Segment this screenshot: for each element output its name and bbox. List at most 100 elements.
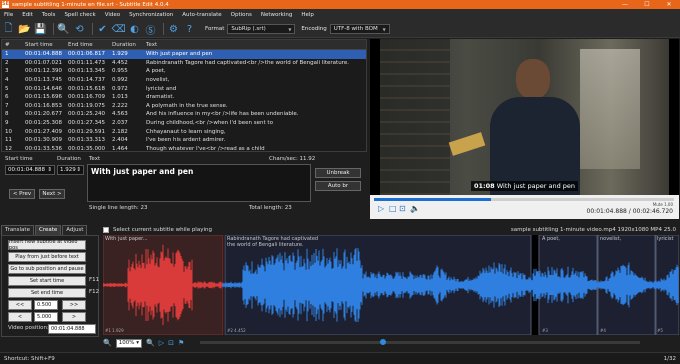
spell-check-icon[interactable]: Ⓢ xyxy=(144,23,157,37)
unbreak-button[interactable]: Unbreak xyxy=(315,168,361,178)
video-position-input[interactable]: 00:01:04.888 xyxy=(48,324,96,334)
insert-subtitle-button[interactable]: Insert new subtitle at video pos xyxy=(8,239,86,251)
close-button[interactable]: ✕ xyxy=(658,1,680,8)
fullscreen-icon[interactable]: ⊡ xyxy=(399,204,406,213)
table-row[interactable]: 12 00:01:33.536 00:01:35.000 1.464 Though wh… xyxy=(2,145,366,152)
tab-create[interactable]: Create xyxy=(34,225,62,235)
row-duration: 2.404 xyxy=(112,137,128,144)
table-row[interactable]: 2 00:01:07.021 00:01:11.473 4.452 Rabindrana… xyxy=(2,59,366,68)
video-subtitle-timecode: 01:08 xyxy=(473,182,495,190)
column-header-end[interactable]: End time xyxy=(68,42,112,48)
set-start-shortcut: F11 xyxy=(89,277,100,283)
goto-sub-position-button[interactable]: Go to sub position and pause xyxy=(8,264,86,274)
menu-spell-check[interactable]: Spell check xyxy=(64,12,95,18)
maximize-button[interactable]: ☐ xyxy=(636,1,658,8)
table-row[interactable]: 10 00:01:27.409 00:01:29.591 2.182 Chhayanau… xyxy=(2,127,366,136)
step-forward-large-button[interactable]: > xyxy=(62,312,86,322)
zoom-out-icon[interactable]: 🔍 xyxy=(103,339,112,347)
duration-input[interactable]: 1.929 ⇕ xyxy=(57,165,84,175)
subtitle-grid[interactable]: # Start time End time Duration Text 1 00:… xyxy=(1,39,367,152)
next-button[interactable]: Next > xyxy=(39,189,65,199)
toolbar-divider xyxy=(163,23,164,35)
menu-edit[interactable]: Edit xyxy=(22,12,33,18)
column-header-number[interactable]: # xyxy=(2,42,25,48)
table-row[interactable]: 1 00:01:04.888 00:01:06.817 1.929 With just … xyxy=(2,50,366,59)
set-end-time-button[interactable]: Set end time xyxy=(8,288,86,298)
table-row[interactable]: 5 00:01:14.646 00:01:15.618 0.972 lyricist a… xyxy=(2,84,366,93)
waveform-graphic xyxy=(103,235,679,335)
find-icon[interactable]: 🔍 xyxy=(57,23,70,36)
step-back-large-button[interactable]: < xyxy=(8,312,32,322)
table-row[interactable]: 4 00:01:13.745 00:01:14.737 0.992 novelist, xyxy=(2,76,366,85)
chevron-down-icon: ▼ xyxy=(288,26,292,32)
menu-networking[interactable]: Networking xyxy=(261,12,292,18)
subtitle-text-input[interactable]: With just paper and pen xyxy=(87,164,311,202)
volume-icon[interactable]: 🔈 xyxy=(410,204,420,213)
row-end-time: 00:01:11.473 xyxy=(68,59,105,66)
visual-sync-icon[interactable]: ◐ xyxy=(128,23,141,36)
menu-tools[interactable]: Tools xyxy=(42,12,56,18)
column-header-duration[interactable]: Duration xyxy=(112,42,146,48)
table-row[interactable]: 7 00:01:16.853 00:01:19.075 2.222 A polymath… xyxy=(2,102,366,111)
stop-icon[interactable]: □ xyxy=(389,204,397,213)
row-duration: 1.464 xyxy=(112,145,128,152)
table-row[interactable]: 3 00:01:12.390 00:01:13.345 0.955 A poet, xyxy=(2,67,366,76)
menu-file[interactable]: File xyxy=(4,12,13,18)
column-header-text[interactable]: Text xyxy=(146,42,366,48)
select-while-playing-checkbox[interactable] xyxy=(103,227,109,233)
step-small-input[interactable]: 0.500 xyxy=(34,300,58,310)
waveform-marker-icon[interactable]: ⚑ xyxy=(178,339,184,347)
new-file-icon[interactable]: 🗋 xyxy=(2,23,15,36)
menu-synchronization[interactable]: Synchronization xyxy=(129,12,173,18)
save-icon[interactable]: 💾 xyxy=(34,23,47,36)
waveform-play-icon[interactable]: ▷ xyxy=(159,339,164,347)
menu-video[interactable]: Video xyxy=(105,12,120,18)
waveform-panel[interactable]: With just paper... #1 1.929 Rabindranath… xyxy=(103,235,679,335)
toolbar-divider xyxy=(92,23,93,35)
column-header-start[interactable]: Start time xyxy=(25,42,68,48)
format-select[interactable]: SubRip (.srt) ▼ xyxy=(227,24,296,34)
fix-errors-icon[interactable]: ✔ xyxy=(96,23,109,36)
help-icon[interactable]: ? xyxy=(183,23,196,36)
video-seek-bar[interactable] xyxy=(374,198,674,201)
encoding-select[interactable]: UTF-8 with BOM ▼ xyxy=(329,24,390,34)
row-text: Chhayanaut to learn singing, xyxy=(146,128,226,135)
menu-help[interactable]: Help xyxy=(301,12,314,18)
play-icon[interactable]: ▷ xyxy=(378,204,384,213)
row-text: I've been his ardent admirer. xyxy=(146,137,226,144)
row-end-time: 00:01:13.345 xyxy=(68,68,105,75)
step-back-small-button[interactable]: << xyxy=(8,300,32,310)
table-row[interactable]: 11 00:01:30.909 00:01:33.313 2.404 I've been… xyxy=(2,136,366,145)
auto-break-button[interactable]: Auto br xyxy=(315,181,361,191)
waveform-scroll-handle[interactable] xyxy=(380,339,386,345)
replace-icon[interactable]: ⟲ xyxy=(73,23,86,36)
chevron-down-icon: ▼ xyxy=(382,26,386,32)
waveform-scrollbar[interactable] xyxy=(200,339,640,345)
table-row[interactable]: 9 00:01:25.308 00:01:27.345 2.037 During chi… xyxy=(2,119,366,128)
prev-button[interactable]: < Prev xyxy=(9,189,35,199)
tab-adjust[interactable]: Adjust xyxy=(62,225,88,235)
title-bar: SE sample subtitling 1-minute en file.sr… xyxy=(0,0,680,9)
video-player[interactable]: 01:08 With just paper and pen xyxy=(370,39,679,195)
play-before-text-button[interactable]: Play from just before text xyxy=(8,252,86,262)
settings-icon[interactable]: ⚙ xyxy=(167,23,180,36)
table-row[interactable]: 8 00:01:20.677 00:01:25.240 4.563 And his in… xyxy=(2,110,366,119)
tab-translate[interactable]: Translate xyxy=(1,225,34,235)
waveform-segment-label-3: A poet, xyxy=(542,236,560,242)
menu-auto-translate[interactable]: Auto-translate xyxy=(182,12,221,18)
start-time-input[interactable]: 00:01:04.888 ⇕ xyxy=(5,165,55,175)
menu-options[interactable]: Options xyxy=(231,12,252,18)
minimize-button[interactable]: — xyxy=(614,1,636,8)
waveform-stop-icon[interactable]: ⊡ xyxy=(168,339,174,347)
row-text: A polymath in the true sense. xyxy=(146,102,228,109)
row-duration: 2.037 xyxy=(112,120,128,127)
step-large-input[interactable]: 5.000 xyxy=(34,312,58,322)
zoom-in-icon[interactable]: 🔍 xyxy=(146,339,155,347)
row-number: 6 xyxy=(5,94,9,101)
remove-formatting-icon[interactable]: ⌫ xyxy=(111,23,125,36)
step-forward-small-button[interactable]: >> xyxy=(62,300,86,310)
zoom-select[interactable]: 100% ▾ xyxy=(115,338,142,348)
open-folder-icon[interactable]: 📂 xyxy=(18,23,31,36)
table-row[interactable]: 6 00:01:15.696 00:01:16.709 1.013 dramatist. xyxy=(2,93,366,102)
set-start-time-button[interactable]: Set start time xyxy=(8,276,86,286)
